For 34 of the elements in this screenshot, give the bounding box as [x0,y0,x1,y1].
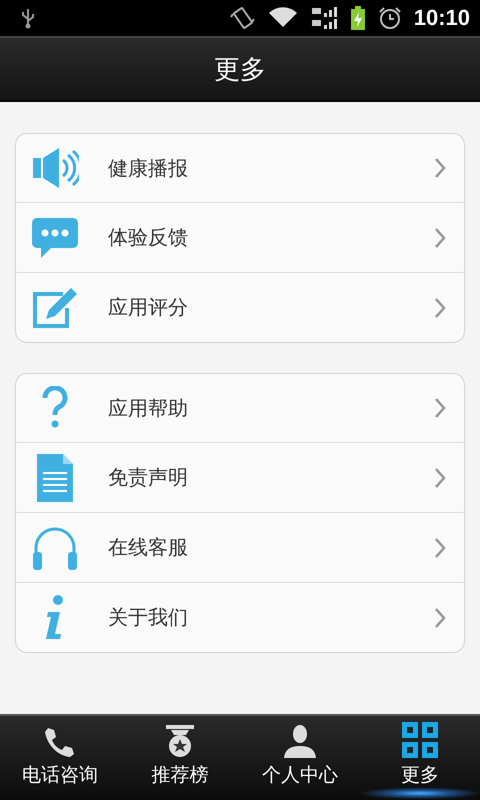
menu-item[interactable]: 健康播报 [16,134,464,202]
document-icon [35,452,75,502]
chevron-icon [434,157,446,179]
page-title: 更多 [214,54,266,86]
wifi-icon [268,7,298,29]
chevron-icon [434,226,446,248]
grid-icon [402,722,438,758]
question-mark-icon [40,386,70,430]
menu-item[interactable]: 关于我们 [16,582,464,652]
chevron-icon [434,536,446,558]
menu-item[interactable]: 体验反馈 [16,202,464,272]
chevron-icon [434,466,446,488]
tab[interactable]: 推荐榜 [120,716,240,800]
menu-item[interactable]: 应用评分 [16,272,464,342]
medal-icon [164,724,196,758]
chevron-icon [434,397,446,419]
signal-icon [310,5,338,31]
edit-icon [31,286,79,330]
chat-icon [31,216,79,260]
tab[interactable]: 电话咨询 [0,716,120,800]
menu-item[interactable]: 免责声明 [16,442,464,512]
chevron-icon [434,606,446,628]
clock-time: 10:10 [414,5,470,31]
phone-icon [43,726,77,758]
person-icon [283,724,317,758]
vibrate-icon [230,6,256,30]
tab[interactable]: 个人中心 [240,716,360,800]
chevron-icon [434,296,446,318]
speaker-icon [31,146,79,190]
usb-icon [20,7,36,29]
alarm-icon [378,6,402,30]
battery-icon [350,5,366,31]
menu-item[interactable]: 应用帮助 [16,374,464,442]
menu-item[interactable]: 在线客服 [16,512,464,582]
